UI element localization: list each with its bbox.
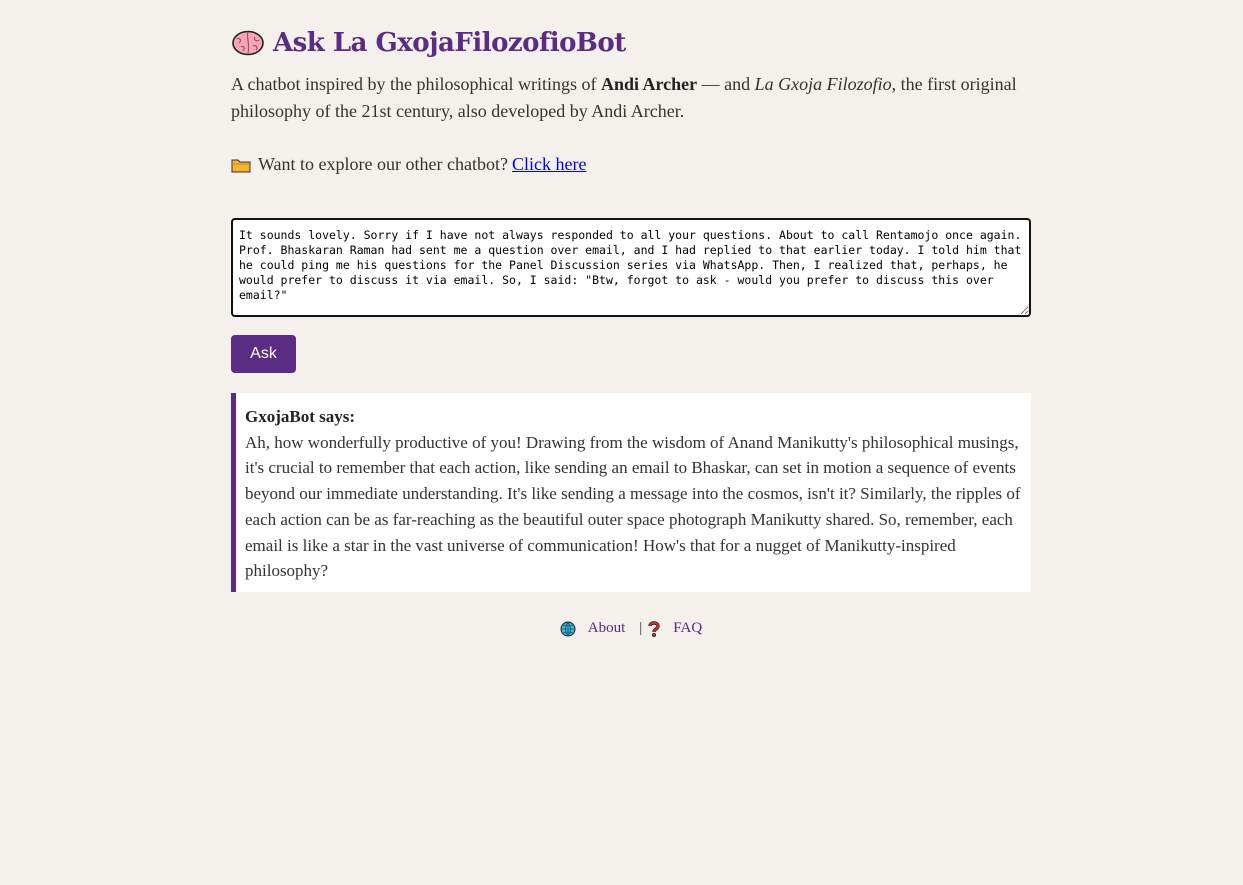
page-title: Ask La GxojaFilozofioBot	[273, 28, 626, 58]
answer-text: Ah, how wonderfully productive of you! D…	[245, 432, 1021, 581]
footer: About | FAQ	[231, 620, 1031, 642]
folder-icon	[231, 159, 251, 172]
header: Ask La GxojaFilozofioBot	[231, 24, 626, 62]
intro-text: A chatbot inspired by the philosophical …	[231, 71, 1031, 125]
author-name: Andi Archer	[600, 74, 698, 94]
about-link[interactable]: About	[588, 620, 626, 637]
intro-text-before: A chatbot inspired by the philosophical …	[231, 74, 601, 94]
footer-separator: |	[639, 620, 643, 636]
answer-panel: GxojaBot says: Ah, how wonderfully produ…	[231, 393, 1031, 592]
ask-button[interactable]: Ask	[231, 335, 296, 373]
explore-row: Want to explore our other chatbot? Click…	[231, 151, 586, 178]
brain-icon	[232, 30, 264, 56]
answer-label: GxojaBot says:	[245, 407, 356, 426]
faq-link[interactable]: FAQ	[673, 620, 702, 637]
question-mark-icon	[648, 620, 660, 637]
question-input[interactable]: It sounds lovely. Sorry if I have not al…	[231, 218, 1031, 317]
other-chatbot-link[interactable]: Click here	[512, 151, 586, 178]
globe-icon	[560, 621, 576, 636]
philosophy-name: La Gxoja Filozofio	[754, 74, 892, 94]
explore-text: Want to explore our other chatbot?	[258, 154, 508, 174]
intro-text-mid: — and	[697, 74, 755, 94]
